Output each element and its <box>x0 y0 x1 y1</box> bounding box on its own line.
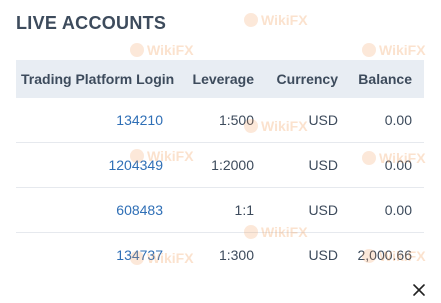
currency-value: USD <box>308 247 338 263</box>
leverage-value: 1:500 <box>175 98 258 143</box>
leverage-value: 1:1 <box>175 187 258 233</box>
leverage-value: 1:2000 <box>175 142 258 188</box>
wikifx-logo-icon <box>130 43 144 57</box>
watermark: WikiFX <box>362 42 426 58</box>
login-link[interactable]: 134737 <box>16 233 175 278</box>
column-header-currency: Currency <box>258 60 342 98</box>
balance-value: 2,000.66 <box>357 247 413 263</box>
leverage-value: 1:300 <box>218 247 254 263</box>
balance-value: 0.00 <box>342 98 424 143</box>
currency-value: USD <box>258 98 342 143</box>
column-header-login: Trading Platform Login <box>16 60 175 98</box>
watermark: WikiFX <box>130 42 194 58</box>
live-accounts-panel: LIVE ACCOUNTS Trading Platform Login Lev… <box>0 0 441 300</box>
table-row: 1204349 1:2000 USD 0.00 <box>16 142 424 188</box>
panel-title: LIVE ACCOUNTS <box>16 13 167 33</box>
column-header-balance: Balance <box>342 60 424 98</box>
watermark: WikiFX <box>244 12 308 28</box>
table-header-row: Trading Platform Login Leverage Currency… <box>16 60 424 98</box>
login-link[interactable]: 1204349 <box>16 142 175 188</box>
table-row: 608483 1:1 USD 0.00 <box>16 187 424 233</box>
balance-value: 0.00 <box>342 187 424 233</box>
balance-value: 0.00 <box>342 142 424 188</box>
accounts-table: Trading Platform Login Leverage Currency… <box>16 60 424 277</box>
login-link[interactable]: 134210 <box>16 98 175 143</box>
wikifx-logo-icon <box>244 13 258 27</box>
close-button[interactable] <box>411 282 427 298</box>
currency-value: USD <box>258 187 342 233</box>
wikifx-logo-icon <box>362 43 376 57</box>
table-row: 134737 1:300 USD 2,000.66 <box>16 233 424 278</box>
login-link[interactable]: 608483 <box>16 187 175 233</box>
column-header-leverage: Leverage <box>175 60 258 98</box>
currency-value: USD <box>258 142 342 188</box>
table-row: 134210 1:500 USD 0.00 <box>16 98 424 143</box>
close-icon <box>413 284 425 296</box>
